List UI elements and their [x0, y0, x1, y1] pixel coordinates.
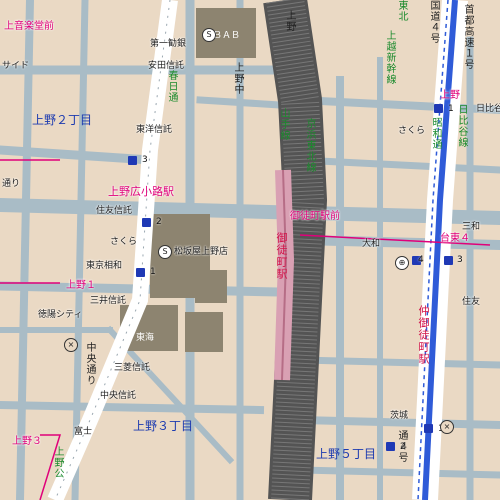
subway-exit-icon[interactable]	[424, 424, 433, 433]
exit-number: 3	[142, 155, 148, 165]
subway-exit-icon[interactable]	[386, 442, 395, 451]
signal-ueno-hirokoji: 上野広小路駅	[108, 185, 174, 198]
poi-sumitomo: 住友信託	[96, 206, 133, 216]
poi-tokuyo: 徳陽シティ	[38, 310, 83, 320]
subway-exit-icon[interactable]	[434, 104, 443, 113]
road-chuo-dori: 中央通り	[84, 342, 95, 386]
exit-number: 4	[418, 255, 424, 265]
label-ueno-ongakudo: 上音楽堂前	[4, 21, 54, 32]
subway-exit-icon[interactable]	[128, 156, 137, 165]
poi-sakura1: さくら	[110, 237, 138, 247]
police-icon: ×	[440, 420, 454, 434]
exit-number: 1	[150, 267, 156, 277]
subway-exit-icon[interactable]	[142, 218, 151, 227]
station-okachimachi: 御徒町駅	[275, 232, 288, 280]
station-naka-okachimachi: 仲御徒町駅	[417, 305, 430, 365]
poi-toyo: 東洋信託	[136, 125, 173, 135]
exit-number: 3	[457, 255, 463, 265]
signal-ueno: 上野	[440, 90, 460, 101]
department-store-icon: S	[158, 245, 172, 259]
area-ueno2: 上野２丁目	[32, 113, 93, 127]
poi-fuji: 富士	[74, 427, 93, 437]
label-saido: サイド	[2, 61, 30, 71]
department-store-icon: S	[202, 28, 216, 42]
poi-mitsubishi: 三菱信託	[114, 363, 151, 373]
label-dori: 通り	[2, 179, 21, 189]
block-building-2	[185, 312, 223, 352]
exit-number: 1	[448, 104, 454, 114]
road-kasuga: 春日通	[166, 70, 177, 103]
exit-number: 2	[400, 442, 406, 452]
area-ueno3: 上野３丁目	[133, 419, 194, 433]
rail-tohoku: 東北	[396, 0, 407, 22]
block-building	[195, 270, 227, 303]
poi-nikko: 日比谷	[476, 104, 500, 114]
rail-shinkansen: 上越新幹線	[384, 30, 395, 85]
road-ueno-kou: 上野公	[52, 446, 63, 479]
signal-daito4: 台東４	[440, 233, 470, 244]
poi-mitsui: 三井信託	[90, 296, 127, 306]
poi-sanwa: 三和	[462, 222, 481, 232]
shrine-icon: ⊕	[395, 256, 409, 270]
road-shuto: 首都高速１号	[462, 4, 473, 70]
rail-jr-top: 上野	[284, 10, 295, 32]
area-ueno5: 上野５丁目	[316, 447, 377, 461]
poi-tokyo-sowa: 東京相和	[86, 261, 123, 271]
rail-keihin: 京浜東北線	[304, 118, 315, 173]
poi-daiichi-kangyo: 第一勧銀	[150, 39, 187, 49]
poi-daiwa: 大和	[362, 239, 381, 249]
poi-sakura2: さくら	[398, 126, 426, 136]
poi-tokai: 東海	[136, 333, 155, 343]
rail-hibiya: 日比谷線	[456, 104, 467, 148]
road-ueno-chuo: 上野中	[232, 62, 243, 95]
road-showa: 昭和通	[430, 117, 441, 150]
road-route4: 国道４号	[428, 0, 439, 44]
poi-sumitomo2: 住友	[462, 297, 481, 307]
rail-yamanote: 山手線	[278, 108, 289, 141]
exit-number: 2	[156, 217, 162, 227]
signal-ueno1: 上野１	[66, 280, 96, 291]
poi-yasuda: 安田信託	[148, 61, 185, 71]
map-canvas[interactable]: 上野２丁目 上野３丁目 上野５丁目 上音楽堂前 サイド 通り 上野広小路駅 御徒…	[0, 0, 500, 500]
poi-matsuzakaya: 松坂屋上野店	[174, 247, 229, 257]
signal-okachimachi-ekimae: 御徒町駅前	[290, 211, 340, 222]
subway-exit-icon[interactable]	[444, 256, 453, 265]
police-icon: ×	[64, 338, 78, 352]
poi-kogyo: 茨城	[390, 411, 409, 421]
poi-chuo: 中央信託	[100, 391, 137, 401]
subway-exit-icon[interactable]	[136, 268, 145, 277]
signal-ueno3: 上野３	[12, 436, 42, 447]
